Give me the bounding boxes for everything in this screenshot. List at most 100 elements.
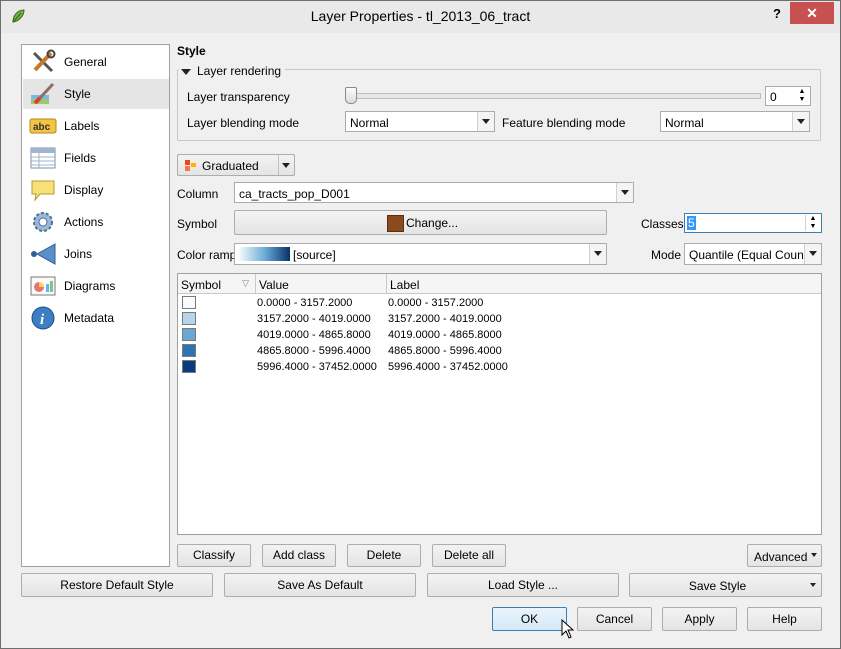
column-label: Column (177, 187, 219, 201)
mode-select[interactable]: Quantile (Equal Count) (684, 243, 822, 265)
sidebar-item-label: Metadata (64, 311, 115, 325)
advanced-label: Advanced (754, 550, 808, 564)
save-style-button[interactable]: Save Style (629, 573, 822, 597)
class-value-cell[interactable]: 3157.2000 - 4019.0000 (257, 313, 371, 325)
collapse-arrow-icon (181, 68, 191, 75)
class-value-cell[interactable]: 0.0000 - 3157.2000 (257, 297, 352, 309)
classify-button[interactable]: Classify (177, 544, 251, 567)
color-ramp-label: Color ramp (177, 248, 237, 262)
paintbrush-icon (31, 82, 55, 105)
class-value-cell[interactable]: 5996.4000 - 37452.0000 (257, 361, 377, 373)
class-label-cell[interactable]: 4865.8000 - 5996.4000 (388, 345, 502, 357)
classes-table: Symbol ▽ Value Label 0.0000 - 3157.2000 0… (177, 273, 822, 535)
table-row[interactable]: 4865.8000 - 5996.4000 4865.8000 - 5996.40… (178, 343, 821, 359)
sidebar: General Style abc Labels Fields Display … (21, 44, 170, 567)
title-help-button[interactable]: ? (765, 3, 789, 25)
join-arrow-icon (31, 243, 56, 265)
save-as-default-button[interactable]: Save As Default (224, 573, 416, 597)
column-value: ca_tracts_pop_D001 (239, 187, 350, 201)
class-label-cell[interactable]: 5996.4000 - 37452.0000 (388, 361, 508, 373)
sidebar-item-labels[interactable]: abc Labels (23, 111, 169, 141)
class-color-swatch[interactable] (182, 296, 196, 309)
help-button[interactable]: Help (747, 607, 822, 631)
class-label-cell[interactable]: 3157.2000 - 4019.0000 (388, 313, 502, 325)
chevron-down-icon (797, 119, 805, 124)
info-icon: i (31, 306, 55, 330)
table-row[interactable]: 0.0000 - 3157.2000 0.0000 - 3157.2000 (178, 295, 821, 311)
spin-arrows-icon[interactable]: ▲ ▼ (805, 215, 820, 231)
advanced-button[interactable]: Advanced (747, 544, 822, 567)
sidebar-item-diagrams[interactable]: Diagrams (23, 271, 169, 301)
cancel-button[interactable]: Cancel (577, 607, 652, 631)
column-header-value[interactable]: Value (256, 274, 387, 294)
chart-icon (30, 276, 56, 296)
chevron-down-icon (811, 553, 817, 557)
load-style-button[interactable]: Load Style ... (427, 573, 619, 597)
sidebar-item-display[interactable]: Display (23, 175, 169, 205)
chevron-down-icon (594, 251, 602, 256)
spin-arrows-icon[interactable]: ▲ ▼ (795, 88, 809, 104)
restore-default-style-button[interactable]: Restore Default Style (21, 573, 213, 597)
transparency-label: Layer transparency (187, 90, 290, 104)
class-color-swatch[interactable] (182, 328, 196, 341)
mouse-cursor-icon (561, 619, 575, 639)
column-select[interactable]: ca_tracts_pop_D001 (234, 182, 634, 203)
sidebar-item-actions[interactable]: Actions (23, 207, 169, 237)
class-color-swatch[interactable] (182, 360, 196, 373)
transparency-spinbox[interactable]: 0 ▲ ▼ (765, 86, 811, 106)
add-class-button[interactable]: Add class (262, 544, 336, 567)
class-color-swatch[interactable] (182, 312, 196, 325)
class-value-cell[interactable]: 4865.8000 - 5996.4000 (257, 345, 371, 357)
sidebar-item-label: Display (64, 183, 104, 197)
table-row[interactable]: 3157.2000 - 4019.0000 3157.2000 - 4019.00… (178, 311, 821, 327)
sort-indicator-icon: ▽ (242, 278, 249, 288)
sidebar-item-label: Style (64, 87, 91, 101)
mode-label: Mode (651, 248, 682, 262)
class-value-cell[interactable]: 4019.0000 - 4865.8000 (257, 329, 371, 341)
feature-blend-value: Normal (665, 116, 704, 130)
class-label-cell[interactable]: 4019.0000 - 4865.8000 (388, 329, 502, 341)
symbol-label: Symbol (177, 217, 218, 231)
sidebar-item-label: Fields (64, 151, 97, 165)
layer-properties-window: Layer Properties - tl_2013_06_tract ? ✕ … (0, 0, 841, 649)
sidebar-item-label: Labels (64, 119, 100, 133)
apply-button[interactable]: Apply (662, 607, 737, 631)
sidebar-item-joins[interactable]: Joins (23, 239, 169, 269)
sidebar-item-label: Joins (64, 247, 93, 261)
color-ramp-value: [source] (293, 248, 336, 262)
sidebar-item-metadata[interactable]: i Metadata (23, 303, 169, 333)
table-icon (30, 147, 56, 169)
sidebar-item-style[interactable]: Style (23, 79, 169, 109)
graduated-icon (185, 160, 196, 171)
delete-button[interactable]: Delete (347, 544, 421, 567)
blend-mode-select[interactable]: Normal (345, 111, 495, 132)
ok-button[interactable]: OK (492, 607, 567, 631)
symbol-color-swatch (387, 215, 404, 232)
symbol-change-label: Change... (406, 216, 459, 230)
window-title: Layer Properties - tl_2013_06_tract (310, 8, 531, 24)
symbol-change-button[interactable]: Change... (234, 210, 607, 235)
transparency-value: 0 (770, 90, 777, 104)
sidebar-item-fields[interactable]: Fields (23, 143, 169, 173)
class-color-swatch[interactable] (182, 344, 196, 357)
class-label-cell[interactable]: 0.0000 - 3157.2000 (388, 297, 483, 309)
transparency-slider-track[interactable] (345, 93, 761, 99)
table-row[interactable]: 4019.0000 - 4865.8000 4019.0000 - 4865.80… (178, 327, 821, 343)
mode-value: Quantile (Equal Count) (689, 248, 812, 262)
blend-mode-label: Layer blending mode (187, 116, 300, 130)
chevron-down-icon (809, 251, 817, 256)
close-button[interactable]: ✕ (790, 2, 834, 24)
feature-blend-select[interactable]: Normal (660, 111, 810, 132)
delete-all-button[interactable]: Delete all (432, 544, 506, 567)
column-header-symbol[interactable]: Symbol ▽ (178, 274, 256, 294)
classes-spinbox[interactable]: 5 ▲ ▼ (684, 213, 822, 233)
transparency-slider-handle[interactable] (345, 87, 357, 104)
renderer-select[interactable]: Graduated (177, 154, 295, 176)
column-header-label[interactable]: Label (387, 274, 821, 294)
layer-rendering-toggle[interactable]: Layer rendering (179, 64, 286, 78)
table-row[interactable]: 5996.4000 - 37452.0000 5996.4000 - 37452.… (178, 359, 821, 375)
sidebar-item-label: Diagrams (64, 279, 116, 293)
sidebar-item-general[interactable]: General (23, 47, 169, 77)
sidebar-item-label: General (64, 55, 107, 69)
color-ramp-select[interactable]: [source] (234, 243, 607, 265)
